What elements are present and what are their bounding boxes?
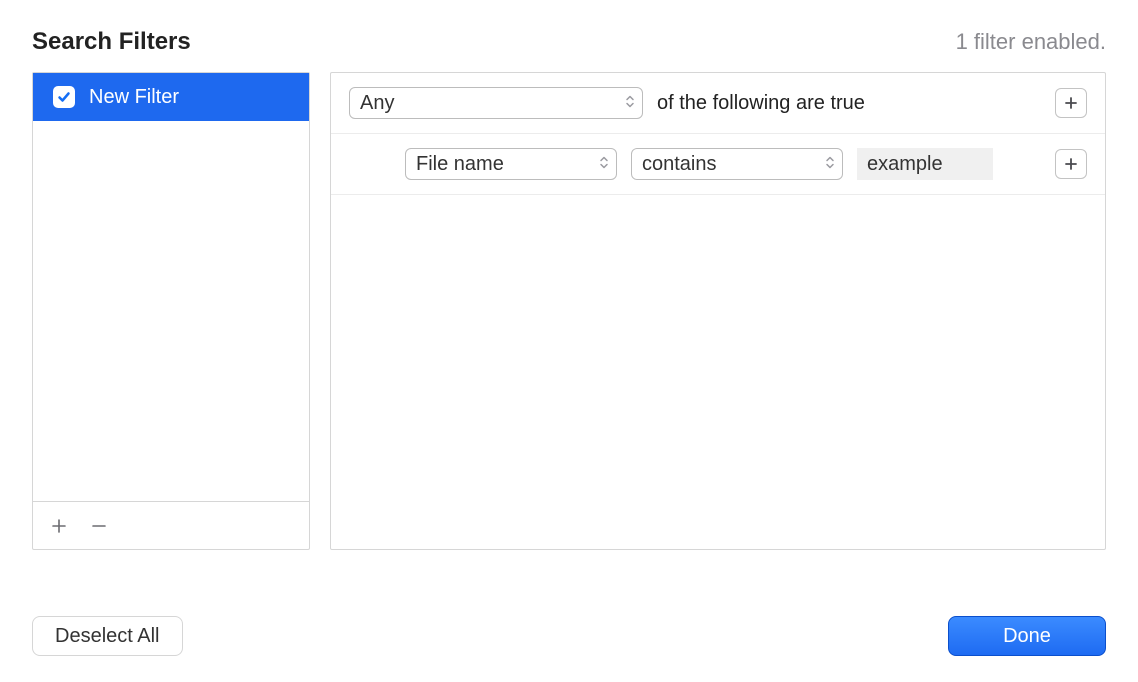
filter-list-pane: New Filter	[32, 72, 310, 550]
search-filters-window: Search Filters 1 filter enabled. New Fil…	[0, 0, 1138, 682]
filter-count-status: 1 filter enabled.	[956, 29, 1106, 55]
minus-icon	[91, 518, 107, 534]
filter-enabled-checkbox[interactable]	[53, 86, 75, 108]
match-type-select[interactable]: Any	[349, 87, 643, 119]
add-condition-button[interactable]	[1055, 149, 1087, 179]
plus-icon	[1064, 96, 1078, 110]
plus-icon	[51, 518, 67, 534]
attribute-select-wrapper: File name	[405, 148, 617, 180]
filter-name-label: New Filter	[89, 86, 179, 109]
plus-icon	[1064, 157, 1078, 171]
deselect-all-button[interactable]: Deselect All	[32, 616, 183, 656]
filter-list-item[interactable]: New Filter	[33, 73, 309, 121]
check-icon	[57, 90, 71, 104]
operator-select-wrapper: contains	[631, 148, 843, 180]
remove-filter-button[interactable]	[87, 514, 111, 538]
filter-list: New Filter	[33, 73, 309, 501]
rule-condition-row: File name contains	[331, 134, 1105, 195]
attribute-select[interactable]: File name	[405, 148, 617, 180]
match-type-select-wrapper: Any	[349, 87, 643, 119]
footer: Deselect All Done	[32, 616, 1106, 656]
rules-pane: Any of the following are true	[330, 72, 1106, 550]
rule-group-row: Any of the following are true	[331, 73, 1105, 134]
done-button[interactable]: Done	[948, 616, 1106, 656]
add-filter-button[interactable]	[47, 514, 71, 538]
content-panes: New Filter	[32, 72, 1106, 550]
page-title: Search Filters	[32, 28, 191, 56]
match-type-text: of the following are true	[657, 92, 865, 115]
header: Search Filters 1 filter enabled.	[32, 28, 1106, 56]
operator-select[interactable]: contains	[631, 148, 843, 180]
filter-list-toolbar	[33, 501, 309, 549]
condition-value-input[interactable]	[857, 148, 993, 180]
add-group-condition-button[interactable]	[1055, 88, 1087, 118]
